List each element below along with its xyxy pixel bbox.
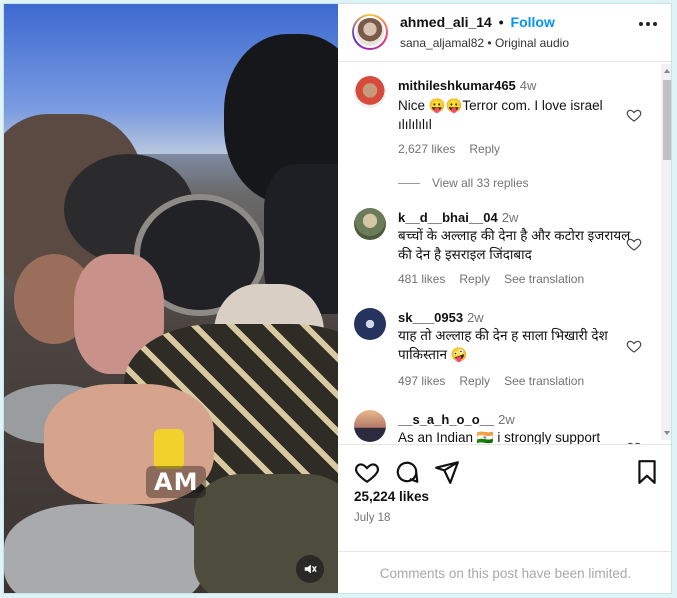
comment-text: As an Indian 🇮🇳 i strongly support <box>398 430 601 444</box>
comment-username[interactable]: k__d__bhai__04 2w <box>398 210 518 225</box>
save-bookmark-icon[interactable] <box>634 459 660 485</box>
author-line: ahmed_ali_14 • Follow <box>400 14 555 30</box>
commenter-avatar[interactable] <box>354 308 386 340</box>
comment-username[interactable]: sk___0953 2w <box>398 310 484 325</box>
comment-username[interactable]: mithileshkumar465 4w <box>398 78 536 93</box>
comment-item: __s_a_h_o_o__ 2w As an Indian 🇮🇳 i strong… <box>338 408 658 444</box>
commenter-avatar[interactable] <box>354 208 386 240</box>
like-heart-icon[interactable] <box>354 459 380 485</box>
video-player[interactable]: AM <box>4 4 338 593</box>
comment-time: 2w <box>498 412 515 427</box>
video-crowd-shape <box>4 504 204 593</box>
post-likes-count[interactable]: 25,224 likes <box>354 489 429 504</box>
post-subtitle: sana_aljamal82 • Original audio <box>400 36 569 50</box>
reply-button[interactable]: Reply <box>459 374 490 388</box>
speaker-muted-icon <box>304 564 317 574</box>
mute-button[interactable] <box>296 555 324 583</box>
author-avatar-image <box>354 16 386 48</box>
reply-button[interactable]: Reply <box>469 142 500 156</box>
replies-divider <box>398 182 420 184</box>
commenter-avatar[interactable] <box>354 76 386 108</box>
comment-username-text[interactable]: k__d__bhai__04 <box>398 210 498 225</box>
comment-item: mithileshkumar465 4w Nice 😛😛Terror com. I… <box>338 62 658 192</box>
scroll-down-icon[interactable] <box>664 431 670 435</box>
author-username[interactable]: ahmed_ali_14 <box>400 14 492 30</box>
reply-button[interactable]: Reply <box>459 272 490 286</box>
author-avatar[interactable] <box>352 14 388 50</box>
commenter-avatar[interactable] <box>354 410 386 442</box>
collaborator-username[interactable]: sana_aljamal82 <box>400 36 484 50</box>
comment-username[interactable]: __s_a_h_o_o__ 2w <box>398 412 515 427</box>
comments-limited-notice: Comments on this post have been limited. <box>338 551 671 593</box>
share-paper-plane-icon[interactable] <box>434 459 460 485</box>
comment-time: 2w <box>467 310 484 325</box>
more-options-icon[interactable] <box>639 22 657 26</box>
view-replies-button[interactable]: View all 33 replies <box>398 176 529 190</box>
like-comment-heart-icon[interactable] <box>626 107 642 123</box>
comment-username-text[interactable]: mithileshkumar465 <box>398 78 516 93</box>
comment-meta: 481 likes Reply See translation <box>398 272 598 286</box>
comment-likes[interactable]: 497 likes <box>398 374 445 388</box>
comment-likes[interactable]: 481 likes <box>398 272 445 286</box>
view-replies-label[interactable]: View all 33 replies <box>432 176 529 190</box>
comments-scrollbar[interactable] <box>661 64 671 440</box>
comment-bubble-icon[interactable] <box>394 459 420 485</box>
video-crowd-shape <box>154 429 184 469</box>
comment-username-text[interactable]: __s_a_h_o_o__ <box>398 412 494 427</box>
comment-text: बच्चों के अल्लाह की देना है और कटोरा इजर… <box>398 228 631 262</box>
post-date: July 18 <box>354 512 391 524</box>
comment-time: 2w <box>501 210 519 225</box>
comment-text: याह तो अल्लाह की देन ह साला भिखारी देश प… <box>398 328 608 362</box>
see-translation-button[interactable]: See translation <box>504 374 584 388</box>
header-separator: • <box>498 14 504 30</box>
comment-text: Nice 😛😛Terror com. I love israel ılılılı… <box>398 98 603 132</box>
comment-item: sk___0953 2w याह तो अल्लाह की देन ह साला … <box>338 306 658 401</box>
post-actions: 25,224 likes July 18 Comments on this po… <box>338 444 671 593</box>
scrollbar-thumb[interactable] <box>663 80 671 160</box>
comment-time: 4w <box>519 78 537 93</box>
scroll-up-icon[interactable] <box>664 69 670 73</box>
video-overlay-text: AM <box>146 466 207 498</box>
comments-list: mithileshkumar465 4w Nice 😛😛Terror com. I… <box>338 62 671 444</box>
comment-username-text[interactable]: sk___0953 <box>398 310 463 325</box>
see-translation-button[interactable]: See translation <box>504 272 584 286</box>
like-comment-heart-icon[interactable] <box>626 236 642 252</box>
audio-label[interactable]: • Original audio <box>487 36 569 50</box>
like-comment-heart-icon[interactable] <box>626 338 642 354</box>
comment-meta: 2,627 likes Reply <box>398 142 514 156</box>
post-modal: AM ahmed_ali_14 • Follow sana_aljamal82 … <box>3 3 672 594</box>
comment-item: k__d__bhai__04 2w बच्चों के अल्लाह की देन… <box>338 202 658 297</box>
post-header: ahmed_ali_14 • Follow sana_aljamal82 • O… <box>338 4 671 62</box>
follow-button[interactable]: Follow <box>511 14 555 30</box>
comment-meta: 497 likes Reply See translation <box>398 374 598 388</box>
comment-likes[interactable]: 2,627 likes <box>398 142 455 156</box>
post-sidebar: ahmed_ali_14 • Follow sana_aljamal82 • O… <box>338 4 671 593</box>
